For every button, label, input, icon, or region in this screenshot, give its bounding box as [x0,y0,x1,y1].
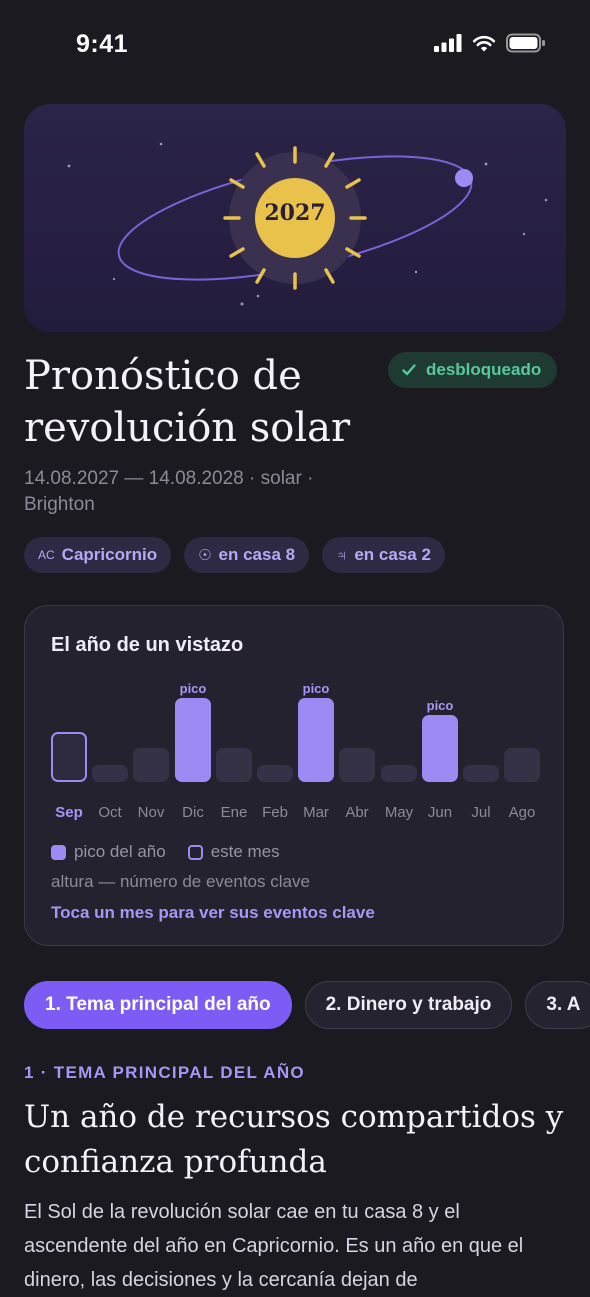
bar-abr[interactable] [339,748,375,782]
year-glance-card: El año de un vistazo pico pico pico Sep Oct… [24,605,564,946]
month-label-oct[interactable]: Oct [90,804,130,821]
bar-column-jun[interactable]: pico [422,695,458,782]
tab-third[interactable]: 3. A [525,981,590,1029]
bar-column-abr[interactable] [339,728,375,782]
bar-jul[interactable] [463,765,499,782]
bar-ene[interactable] [216,748,252,782]
wifi-icon [472,35,496,52]
month-labels: Sep Oct Nov Dic Ene Feb Mar Abr May Jun Jul Ago [51,804,541,824]
section-body: El Sol de la revolución solar cae en tu … [24,1201,524,1291]
peak-label: pico [179,681,207,696]
bar-may[interactable] [381,765,417,782]
legend-current: este mes [187,842,280,862]
ascendant-icon: AC [38,548,55,562]
bar-feb[interactable] [257,765,293,782]
hero-year: 2027 [264,200,326,226]
month-label-mar[interactable]: Mar [296,804,336,821]
bar-dic[interactable] [175,698,211,782]
legend-peak-label: pico del año [74,842,166,861]
month-label-feb[interactable]: Feb [255,804,295,821]
chart-note: altura — número de eventos clave [51,872,310,891]
section-tabs: 1. Tema principal del año 2. Dinero y tr… [24,981,590,1029]
peak-label: pico [302,681,330,696]
peak-label: pico [426,698,454,713]
status-time: 9:41 [76,30,129,58]
section-label: 1 · TEMA PRINCIPAL DEL AÑO [24,1063,305,1082]
unlocked-badge-label: desbloqueado [426,360,542,379]
glance-title: El año de un vistazo [51,634,244,656]
month-label-nov[interactable]: Nov [131,804,171,821]
legend-peak-swatch [51,844,66,860]
tap-month-hint[interactable]: Toca un mes para ver sus eventos clave [51,903,375,923]
chip-label: en casa 2 [354,545,431,564]
hero-illustration: 2027 [24,104,566,332]
chip-jupiter-house[interactable]: ♃ en casa 2 [322,537,445,573]
chip-sun-house[interactable]: ☉ en casa 8 [184,537,310,573]
battery-icon [506,33,545,53]
sun-icon: ☉ [198,547,212,564]
tab-money-work[interactable]: 2. Dinero y trabajo [304,981,513,1029]
bar-column-nov[interactable] [133,728,169,782]
bar-sep[interactable] [51,732,87,782]
month-label-ago[interactable]: Ago [502,804,542,821]
bar-column-sep[interactable] [51,712,87,782]
section-title: Un año de recursos compartidos y confian… [24,1099,564,1180]
bar-column-feb[interactable] [257,745,293,782]
bar-column-may[interactable] [381,745,417,782]
month-label-may[interactable]: May [379,804,419,821]
chip-label: en casa 8 [218,545,296,564]
month-label-sep[interactable]: Sep [49,804,89,821]
month-label-jul[interactable]: Jul [461,804,501,821]
bar-jun[interactable] [422,715,458,782]
placement-chips: AC Capricornio ☉ en casa 8 ♃ en casa 2 [24,537,445,573]
legend-current-swatch [187,844,203,860]
monthly-bar-chart: pico pico pico [51,681,541,816]
bar-mar[interactable] [298,698,334,782]
jupiter-icon: ♃ [336,546,348,564]
chip-label: Capricornio [61,545,158,564]
status-icons [434,33,546,53]
bar-column-mar[interactable]: pico [298,678,334,782]
check-icon [402,364,416,376]
month-label-abr[interactable]: Abr [337,804,377,821]
bar-column-ago[interactable] [504,728,540,782]
page-title: Pronóstico de revolución solar [24,353,351,451]
bar-column-dic[interactable]: pico [175,678,211,782]
chart-legend: pico del año este mes [51,842,302,862]
unlocked-badge: desbloqueado [388,352,558,388]
legend-current-label: este mes [210,842,280,861]
bar-column-ene[interactable] [216,728,252,782]
month-label-jun[interactable]: Jun [420,804,460,821]
bar-oct[interactable] [92,765,128,782]
date-range: 14.08.2027 — 14.08.2028 · solar · Bright… [24,468,314,515]
month-label-ene[interactable]: Ene [214,804,254,821]
bar-column-oct[interactable] [92,745,128,782]
legend-peak: pico del año [51,842,166,862]
cellular-signal-icon [434,34,462,52]
bar-ago[interactable] [504,748,540,782]
bar-column-jul[interactable] [463,745,499,782]
tab-main-theme[interactable]: 1. Tema principal del año [24,981,292,1029]
chip-ascendant[interactable]: AC Capricornio [24,537,172,573]
status-bar: 9:41 [0,0,590,90]
month-label-dic[interactable]: Dic [173,804,213,821]
bar-nov[interactable] [133,748,169,782]
